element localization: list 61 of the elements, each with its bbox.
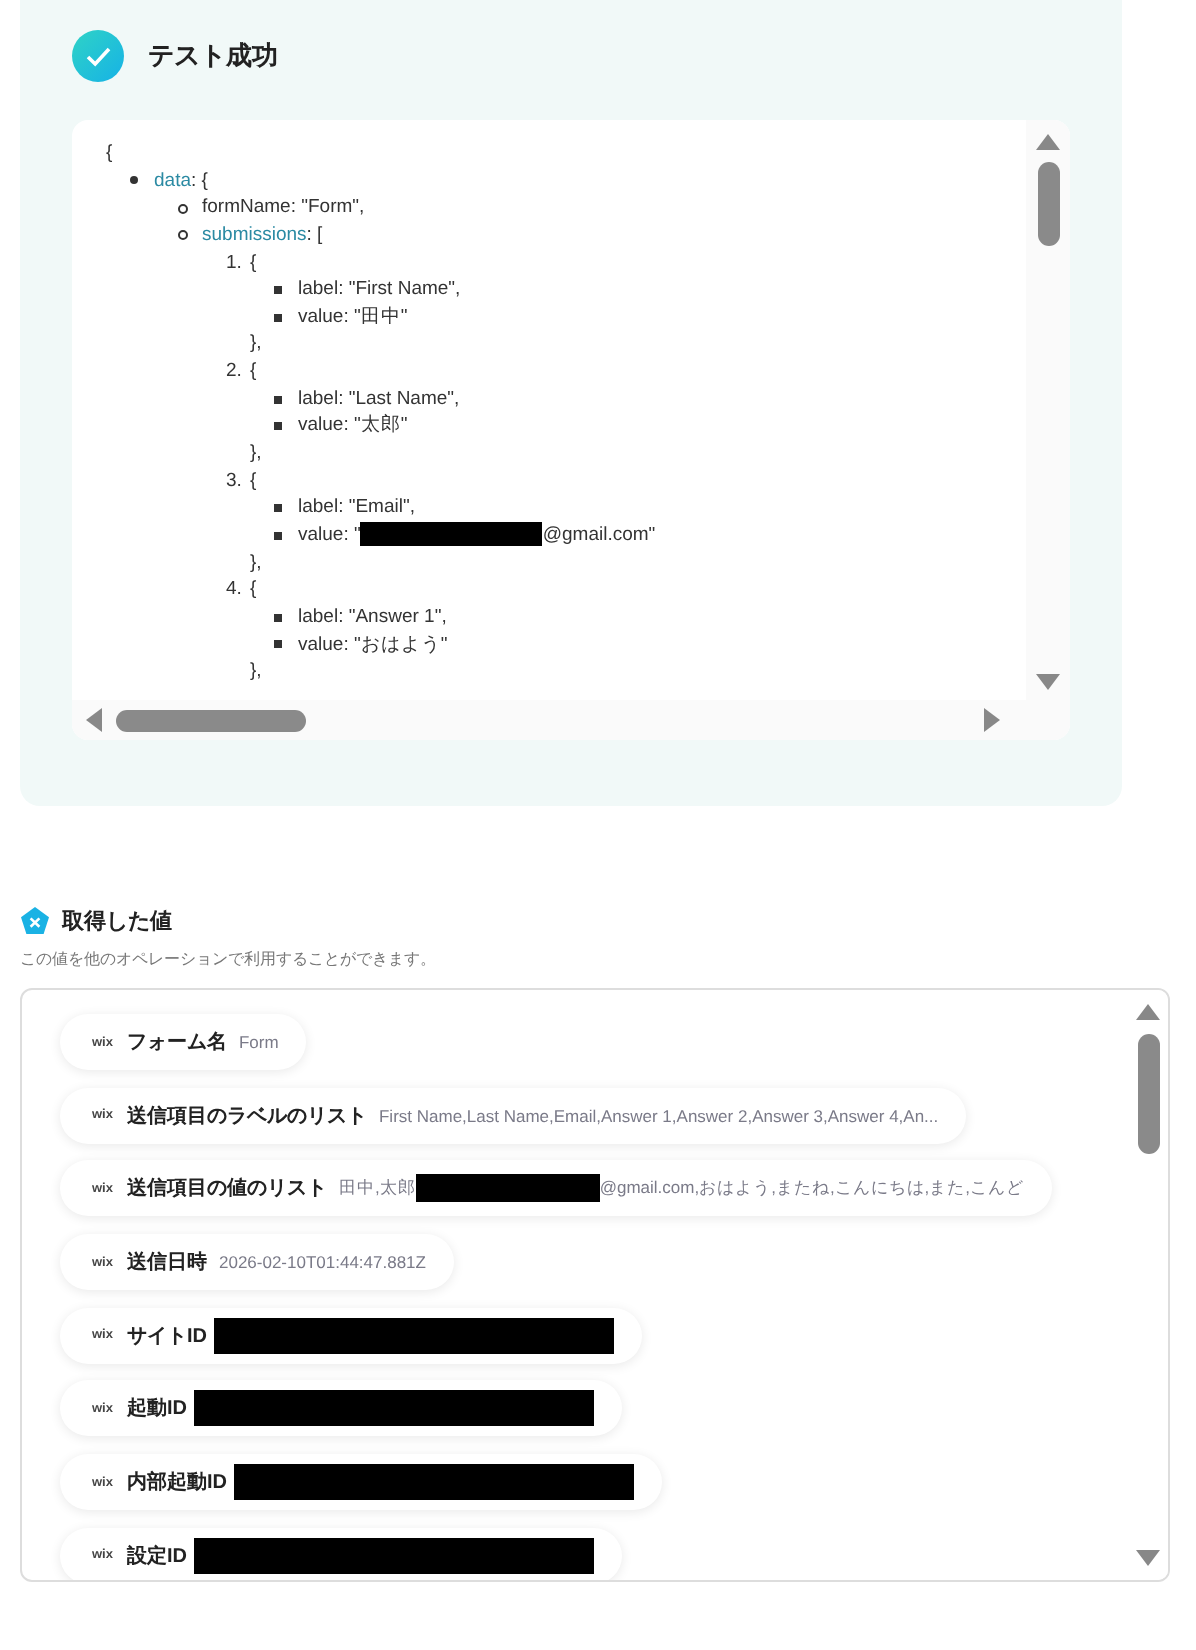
- bullet-icon: [178, 230, 188, 241]
- scrollbar-thumb[interactable]: [1037, 162, 1059, 246]
- bullet-icon: [130, 176, 138, 185]
- scrollbar-thumb[interactable]: [116, 709, 306, 731]
- value-name: 送信項目のラベルのリスト: [126, 1103, 367, 1130]
- code-line: },: [250, 658, 262, 686]
- scroll-up-icon[interactable]: [1034, 132, 1062, 152]
- code-line: data: {: [154, 167, 208, 195]
- bullet-icon: [274, 395, 282, 404]
- section-title: 取得した値: [62, 907, 172, 935]
- scroll-down-icon[interactable]: [1134, 1548, 1162, 1568]
- list-number: 3.: [226, 467, 244, 495]
- code-line: value: "田中": [298, 303, 408, 331]
- value-text: 2026-02-10T01:44:47.881Z: [218, 1252, 426, 1273]
- code-line: value: "太郎": [298, 412, 408, 441]
- value-name: フォーム名: [126, 1029, 227, 1056]
- value-text: Form: [238, 1032, 279, 1052]
- bullet-icon: [178, 203, 188, 214]
- bullet-icon: [274, 613, 282, 622]
- value-name: サイトID: [126, 1323, 207, 1350]
- check-icon: [72, 30, 124, 82]
- x-badge-icon: [20, 905, 50, 935]
- value-name: 設定ID: [126, 1542, 187, 1570]
- bullet-icon: [274, 640, 282, 649]
- section-description: この値を他のオペレーションで利用することができます。: [20, 948, 438, 970]
- value-text: 田中,太郎 @gmail.com,おはよう,またね,こんにちは,また,こんど: [338, 1174, 1025, 1203]
- scrollbar-thumb[interactable]: [1137, 1034, 1159, 1154]
- scroll-right-icon[interactable]: [982, 706, 1002, 734]
- list-number: 2.: [226, 358, 244, 386]
- value-name: 内部起動ID: [126, 1469, 227, 1497]
- scroll-up-icon[interactable]: [1134, 1002, 1162, 1022]
- value-name: 送信項目の値のリスト: [126, 1175, 327, 1203]
- bullet-icon: [274, 286, 282, 295]
- value-text: First Name,Last Name,Email,Answer 1,Answer 2,Answer 3,Answer 4,An...: [378, 1105, 939, 1126]
- scroll-down-icon[interactable]: [1034, 672, 1062, 692]
- code-line: value: "おはよう": [298, 631, 448, 659]
- code-line: {: [250, 576, 257, 604]
- bullet-icon: [274, 531, 282, 540]
- bullet-icon: [274, 422, 282, 431]
- code-line: },: [250, 549, 262, 577]
- code-line: {: [106, 140, 113, 168]
- list-number: 1.: [226, 249, 244, 277]
- bullet-icon: [274, 504, 282, 513]
- code-line: value: " @gmail.com": [298, 521, 656, 550]
- code-line: {: [250, 358, 257, 386]
- value-name: 起動ID: [126, 1395, 187, 1423]
- scroll-left-icon[interactable]: [84, 706, 104, 734]
- code-line: {: [250, 249, 257, 277]
- code-line: },: [250, 440, 262, 468]
- bullet-icon: [274, 313, 282, 322]
- value-name: 送信日時: [126, 1249, 207, 1277]
- test-result-title: テスト成功: [148, 38, 278, 74]
- code-line: },: [250, 330, 262, 359]
- code-line: label: "Answer 1",: [298, 603, 447, 632]
- code-line: formName: "Form",: [202, 194, 365, 222]
- code-line: label: "First Name",: [298, 276, 461, 304]
- code-line: label: "Email",: [298, 494, 415, 522]
- code-line: label: "Last Name",: [298, 385, 460, 413]
- code-line: {: [250, 467, 257, 495]
- code-line: submissions: [: [202, 221, 323, 250]
- list-number: 4.: [226, 576, 244, 604]
